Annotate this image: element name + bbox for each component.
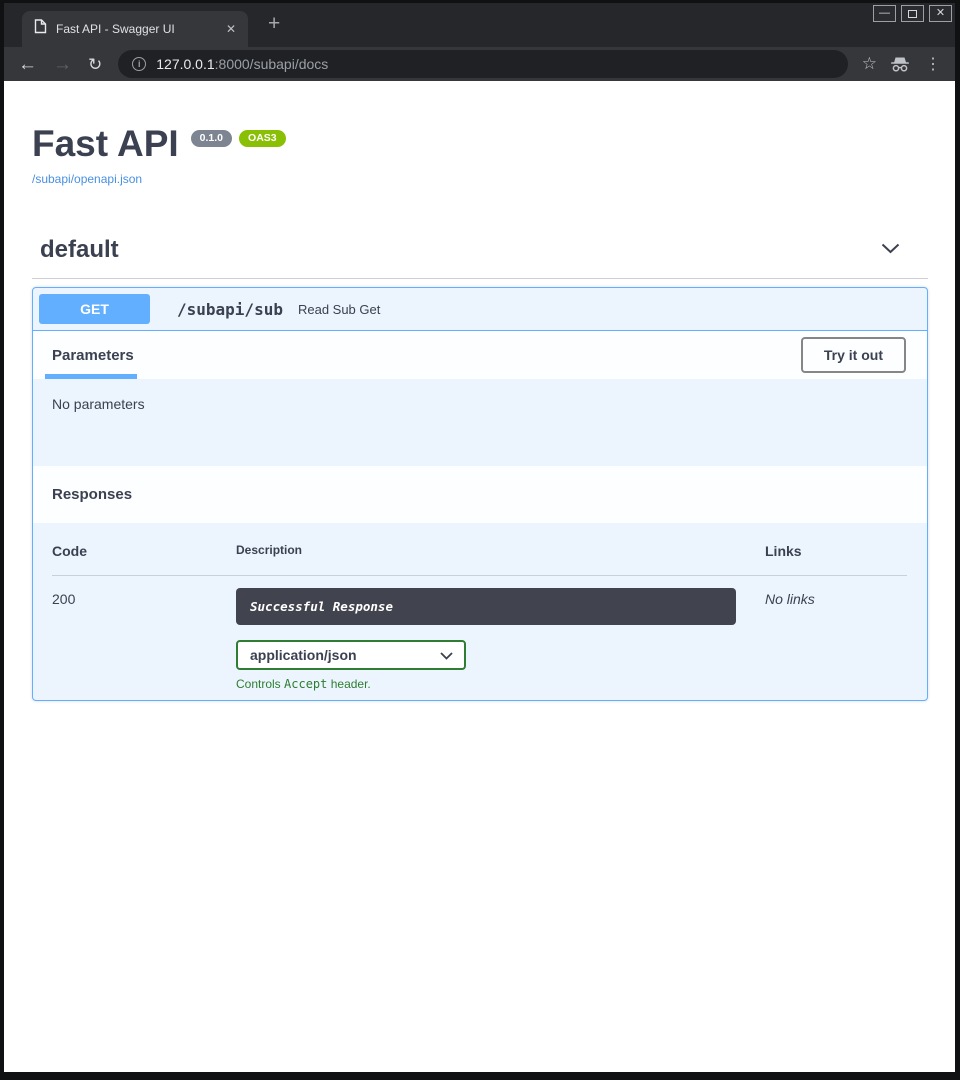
chevron-down-icon[interactable] — [881, 241, 900, 259]
operation-block-get-subapi-sub: GET /subapi/sub Read Sub Get Parameters … — [32, 287, 928, 701]
accept-header-note: Controls Accept header. — [236, 677, 765, 691]
window-controls: — ✕ — [873, 5, 952, 22]
minimize-button[interactable]: — — [873, 5, 896, 22]
try-it-out-button[interactable]: Try it out — [801, 337, 906, 373]
oas3-badge: OAS3 — [239, 130, 286, 147]
browser-menu-icon[interactable]: ⋮ — [925, 54, 941, 74]
tag-name: default — [40, 236, 119, 264]
responses-body: Code Description Links 200 Successful Re… — [33, 523, 927, 700]
tag-header[interactable]: default — [32, 236, 928, 279]
bookmark-star-icon[interactable]: ☆ — [862, 54, 877, 74]
operation-summary[interactable]: GET /subapi/sub Read Sub Get — [33, 288, 927, 331]
page-title: Fast API — [32, 125, 179, 162]
media-type-value: application/json — [250, 647, 357, 663]
api-info: Fast API 0.1.0 OAS3 /subapi/openapi.json — [32, 81, 928, 188]
select-chevron-icon — [440, 647, 453, 663]
parameters-body: No parameters — [33, 379, 927, 466]
response-description: Successful Response — [236, 588, 736, 625]
operation-path: /subapi/sub — [177, 300, 283, 319]
column-header-code: Code — [52, 543, 236, 559]
openapi-spec-link[interactable]: /subapi/openapi.json — [32, 172, 142, 186]
operation-description: Read Sub Get — [298, 302, 380, 317]
forward-icon: → — [53, 55, 72, 74]
browser-tab[interactable]: Fast API - Swagger UI ✕ — [22, 11, 248, 47]
method-get-button: GET — [39, 294, 150, 324]
maximize-button[interactable] — [901, 5, 924, 22]
responses-title: Responses — [52, 486, 132, 503]
responses-header: Responses — [33, 466, 927, 523]
browser-window: Fast API - Swagger UI ✕ + — ✕ ← → ↻ i 12… — [0, 0, 960, 1080]
browser-toolbar: ← → ↻ i 127.0.0.1:8000/subapi/docs ☆ ⋮ — [4, 47, 955, 81]
new-tab-button[interactable]: + — [264, 13, 284, 35]
column-header-description: Description — [236, 543, 765, 559]
page-favicon-icon — [34, 19, 47, 39]
swagger-page: Fast API 0.1.0 OAS3 /subapi/openapi.json… — [4, 81, 955, 1072]
url-text: 127.0.0.1:8000/subapi/docs — [156, 56, 328, 72]
parameters-title: Parameters — [52, 347, 134, 364]
incognito-icon — [889, 56, 911, 73]
tab-title: Fast API - Swagger UI — [56, 22, 213, 36]
response-row-200: 200 Successful Response application/json… — [52, 576, 907, 691]
reload-icon[interactable]: ↻ — [88, 55, 102, 74]
parameters-header: Parameters Try it out — [33, 331, 927, 379]
response-links: No links — [765, 588, 907, 607]
version-badge: 0.1.0 — [191, 130, 232, 147]
address-bar[interactable]: i 127.0.0.1:8000/subapi/docs — [118, 50, 848, 78]
tab-close-icon[interactable]: ✕ — [222, 20, 240, 38]
tab-strip: Fast API - Swagger UI ✕ + — ✕ — [4, 3, 955, 47]
maximize-icon — [908, 10, 917, 18]
response-description-cell: Successful Response application/json Con… — [236, 588, 765, 691]
url-path: :8000/subapi/docs — [215, 56, 329, 72]
response-code: 200 — [52, 588, 236, 607]
media-type-select[interactable]: application/json — [236, 640, 466, 670]
column-header-links: Links — [765, 543, 907, 559]
no-parameters-message: No parameters — [52, 396, 145, 412]
accept-code: Accept — [284, 677, 327, 691]
tag-section-default: default GET /subapi/sub Read Sub Get Par… — [32, 236, 928, 701]
site-info-icon[interactable]: i — [132, 57, 146, 71]
back-icon[interactable]: ← — [18, 55, 37, 74]
close-window-button[interactable]: ✕ — [929, 5, 952, 22]
active-tab-indicator — [45, 374, 137, 379]
responses-table-header: Code Description Links — [52, 543, 907, 576]
url-host: 127.0.0.1 — [156, 56, 214, 72]
